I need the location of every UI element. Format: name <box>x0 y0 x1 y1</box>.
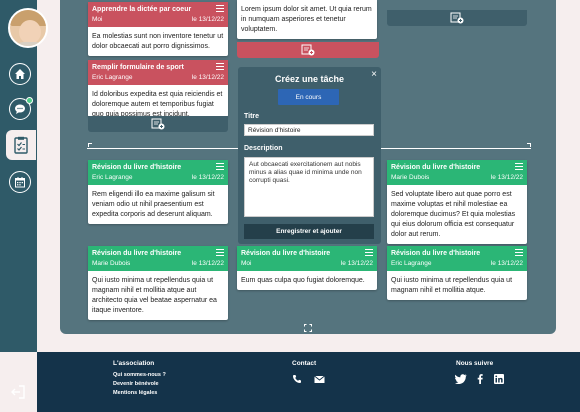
linkedin-icon[interactable] <box>494 374 504 384</box>
nav-tasks[interactable] <box>6 130 36 160</box>
add-task-bar[interactable] <box>88 116 228 132</box>
card-text: Qui iusto minima ut repellendus quia ut … <box>92 277 217 314</box>
task-card[interactable]: Remplir formulaire de sport Eric Lagrang… <box>88 60 228 117</box>
expand-icon[interactable] <box>304 324 312 332</box>
card-date: le 13/12/22 <box>490 174 523 181</box>
menu-icon[interactable] <box>515 249 523 256</box>
phone-icon[interactable] <box>292 374 302 384</box>
card-title: Révision du livre d'histoire <box>241 250 331 257</box>
add-task-icon[interactable] <box>151 118 165 130</box>
card-title: Révision du livre d'histoire <box>391 250 481 257</box>
card-author: Marie Dubois <box>92 260 131 267</box>
menu-icon[interactable] <box>216 63 224 70</box>
card-header: Révision du livre d'histoire Eric Lagran… <box>387 246 527 271</box>
menu-icon[interactable] <box>365 249 373 256</box>
task-card[interactable]: Apprendre la dictée par coeur Moi le 13/1… <box>88 2 228 56</box>
card-date: le 13/12/22 <box>191 260 224 267</box>
collapse-left-icon[interactable] <box>88 143 92 147</box>
description-label: Description <box>244 145 283 152</box>
card-author: Moi <box>92 16 103 23</box>
nav-messages[interactable] <box>8 97 33 121</box>
card-text: Id doloribus expedita est quia reiciendi… <box>92 91 223 117</box>
status-button[interactable]: En cours <box>278 89 339 105</box>
twitter-icon[interactable] <box>455 374 467 384</box>
mail-icon[interactable] <box>314 374 325 384</box>
description-input[interactable]: Aut obcaecati exercitationem aut nobis m… <box>244 157 374 217</box>
add-task-bar[interactable] <box>387 10 527 26</box>
sidebar-gutter <box>37 0 60 352</box>
card-author: Moi <box>241 260 252 267</box>
menu-icon[interactable] <box>216 5 224 12</box>
card-text: Qui iusto minima ut repellendus quia ut … <box>391 277 513 294</box>
card-header: Apprendre la dictée par coeur Moi le 13/1… <box>88 2 228 27</box>
avatar-face <box>19 20 41 44</box>
notification-badge <box>26 97 33 104</box>
card-title: Révision du livre d'histoire <box>92 250 182 257</box>
logout-icon[interactable] <box>10 384 26 400</box>
save-button[interactable]: Enregistrer et ajouter <box>244 224 374 239</box>
footer-link[interactable]: Qui sommes-nous ? <box>113 372 166 378</box>
card-header: Révision du livre d'histoire Moi le 13/12… <box>237 246 377 271</box>
task-card[interactable]: Révision du livre d'histoire Eric Lagran… <box>88 160 228 224</box>
footer-link[interactable]: Devenir bénévole <box>113 381 159 387</box>
card-date: le 13/12/22 <box>191 74 224 81</box>
collapse-right-icon[interactable] <box>527 143 531 147</box>
card-author: Eric Lagrange <box>92 174 133 181</box>
card-text: Sed voluptate libero aut quae porro est … <box>391 191 516 238</box>
follow-heading: Nous suivre <box>456 360 494 367</box>
card-text: Rem eligendi illo ea maxime galisum sit … <box>92 191 215 218</box>
task-card[interactable]: Révision du livre d'histoire Marie Duboi… <box>88 246 228 320</box>
card-author: Marie Dubois <box>391 174 430 181</box>
card-title: Révision du livre d'histoire <box>391 164 481 171</box>
nav-home[interactable] <box>8 62 32 86</box>
home-icon <box>10 64 30 84</box>
task-card[interactable]: Révision du livre d'histoire Eric Lagran… <box>387 246 527 300</box>
title-label: Titre <box>244 113 260 120</box>
add-task-icon[interactable] <box>450 12 464 24</box>
menu-icon[interactable] <box>515 163 523 170</box>
calendar-icon <box>10 172 30 192</box>
card-text: Eum quas culpa quo fugiat doloremque. <box>241 277 365 284</box>
clipboard-icon <box>11 135 31 155</box>
card-title: Remplir formulaire de sport <box>92 64 184 71</box>
avatar[interactable] <box>8 8 48 48</box>
card-header: Révision du livre d'histoire Marie Duboi… <box>387 160 527 185</box>
card-header: Révision du livre d'histoire Eric Lagran… <box>88 160 228 185</box>
card-date: le 13/12/22 <box>340 260 373 267</box>
card-date: le 13/12/22 <box>191 174 224 181</box>
task-card[interactable]: Révision du livre d'histoire Moi le 13/12… <box>237 246 377 290</box>
task-card[interactable]: Révision du livre d'histoire Marie Duboi… <box>387 160 527 244</box>
facebook-icon[interactable] <box>477 374 483 384</box>
card-author: Eric Lagrange <box>391 260 432 267</box>
card-date: le 13/12/22 <box>490 260 523 267</box>
add-task-icon[interactable] <box>301 44 315 56</box>
modal-title: Créez une tâche <box>274 74 345 84</box>
task-card[interactable]: Lorem ipsum dolor sit amet. Ut quia reru… <box>237 0 377 39</box>
footer: L'association Qui sommes-nous ? Devenir … <box>37 352 580 412</box>
menu-icon[interactable] <box>216 249 224 256</box>
nav-calendar[interactable] <box>8 170 32 194</box>
create-task-modal: × Créez une tâche En cours Titre Révisio… <box>238 67 381 244</box>
card-author: Eric Lagrange <box>92 74 133 81</box>
card-title: Apprendre la dictée par coeur <box>92 6 192 13</box>
card-title: Révision du livre d'histoire <box>92 164 182 171</box>
contact-heading: Contact <box>292 360 317 367</box>
card-header: Remplir formulaire de sport Eric Lagrang… <box>88 60 228 85</box>
card-date: le 13/12/22 <box>191 16 224 23</box>
title-input[interactable]: Révision d'histoire <box>244 124 374 136</box>
add-task-bar[interactable] <box>237 42 379 58</box>
card-text: Ea molestias sunt non inventore tenetur … <box>92 33 224 50</box>
footer-link[interactable]: Mentions légales <box>113 390 157 396</box>
card-text: Lorem ipsum dolor sit amet. Ut quia reru… <box>241 6 372 33</box>
menu-icon[interactable] <box>216 163 224 170</box>
association-heading: L'association <box>113 360 155 367</box>
card-header: Révision du livre d'histoire Marie Duboi… <box>88 246 228 271</box>
